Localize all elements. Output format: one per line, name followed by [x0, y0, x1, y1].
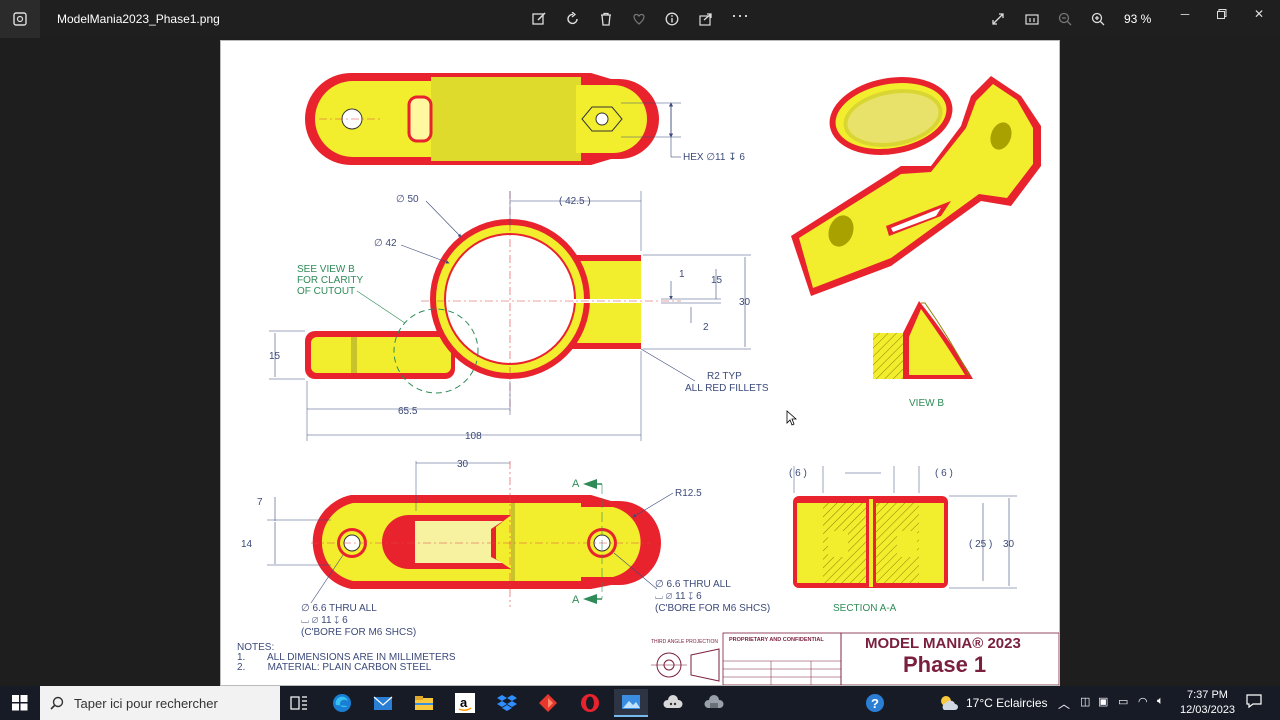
bottom-view: [311, 461, 661, 607]
see-view-b-line1: SEE VIEW B: [297, 264, 355, 275]
windows-start-button[interactable]: [0, 686, 40, 720]
section-label: SECTION A-A: [833, 603, 897, 614]
front-view: [305, 191, 681, 411]
dim-65-5: 65.5: [398, 406, 418, 417]
notes-icon[interactable]: ▣: [1098, 695, 1108, 708]
section-d30: 30: [1003, 539, 1015, 550]
dim-30-front: 30: [739, 297, 751, 308]
right-hole-line2: ⌴ ∅ 11 ↧ 6: [655, 591, 702, 602]
dim-2: 2: [703, 322, 709, 333]
mouse-cursor: [786, 410, 798, 426]
projection-label: THIRD ANGLE PROJECTION: [651, 639, 718, 645]
title-line2: Phase 1: [903, 652, 986, 677]
dim-30-bottom: 30: [457, 459, 469, 470]
rotate-icon[interactable]: [562, 8, 584, 30]
view-b-label: VIEW B: [909, 398, 944, 409]
app-red-icon[interactable]: [531, 689, 565, 717]
help-icon[interactable]: ?: [858, 689, 892, 717]
photos-icon[interactable]: [614, 689, 648, 717]
dim-1: 1: [679, 269, 685, 280]
search-icon: [50, 696, 64, 710]
notification-icon[interactable]: [1246, 693, 1262, 712]
clock-time[interactable]: 7:37 PM: [1187, 689, 1228, 701]
proprietary-label: PROPRIETARY AND CONFIDENTIAL: [729, 637, 824, 643]
section-d6-left: ( 6 ): [789, 468, 807, 479]
left-hole-line3: (C'BORE FOR M6 SHCS): [301, 627, 416, 638]
zoom-in-icon[interactable]: [1087, 8, 1109, 30]
r2-typ-line2: ALL RED FILLETS: [685, 383, 769, 394]
dim-14: 14: [241, 539, 253, 550]
isometric-view: [791, 76, 1041, 296]
search-placeholder: Taper ici pour rechercher: [74, 695, 218, 711]
taskbar: Taper ici pour rechercher a ? 17°C Eclai…: [0, 686, 1280, 720]
photos-app-icon: [0, 0, 40, 38]
wifi-icon[interactable]: ◠: [1138, 695, 1148, 708]
app-gray-icon[interactable]: [697, 689, 731, 717]
more-icon[interactable]: ···: [729, 4, 751, 26]
svg-text:a: a: [460, 695, 468, 710]
left-hole-line1: ∅ 6.6 THRU ALL: [301, 603, 377, 614]
view-b: [873, 301, 973, 379]
tray-chevron-icon[interactable]: ︿: [1058, 695, 1070, 712]
zoom-out-icon[interactable]: [1054, 8, 1076, 30]
dim-7: 7: [257, 497, 263, 508]
share-icon[interactable]: [695, 8, 717, 30]
left-hole-line2: ⌴ ∅ 11 ↧ 6: [301, 615, 348, 626]
edge-icon[interactable]: [325, 689, 359, 717]
clock-date[interactable]: 12/03/2023: [1180, 704, 1235, 716]
top-view: [305, 73, 659, 165]
info-icon[interactable]: [661, 8, 683, 30]
zoom-level[interactable]: 93 %: [1124, 12, 1151, 26]
amazon-icon[interactable]: a: [448, 689, 482, 717]
fullscreen-icon[interactable]: [987, 8, 1009, 30]
opera-icon[interactable]: [573, 689, 607, 717]
weather-icon[interactable]: [934, 689, 962, 717]
dim-15-left: 15: [269, 351, 281, 362]
volume-icon[interactable]: 🔈︎: [1157, 695, 1164, 708]
title-line1: MODEL MANIA® 2023: [865, 635, 1021, 652]
dim-d50: ∅ 50: [396, 194, 419, 205]
see-view-b-line2: FOR CLARITY: [297, 275, 363, 286]
mail-icon[interactable]: [366, 689, 400, 717]
see-view-b-line3: OF CUTOUT: [297, 286, 355, 297]
section-mark-bottom: A: [572, 594, 580, 606]
close-button[interactable]: ✕: [1244, 4, 1274, 24]
task-view-icon[interactable]: [282, 689, 316, 717]
weather-text[interactable]: 17°C Eclaircies: [966, 696, 1048, 710]
title-bar: ModelMania2023_Phase1.png ··· 93 % ─ ✕: [0, 0, 1280, 38]
drawing-sheet: HEX ∅11 ↧ 6 ∅ 50 ∅ 42 ( 42.5 ) SEE VIEW …: [220, 40, 1060, 686]
dim-r12-5: R12.5: [675, 488, 702, 499]
dropbox-icon[interactable]: [490, 689, 524, 717]
dim-15-right: 15: [711, 275, 723, 286]
app-cloud-icon[interactable]: [656, 689, 690, 717]
file-explorer-icon[interactable]: [407, 689, 441, 717]
taskbar-search[interactable]: Taper ici pour rechercher: [40, 686, 280, 720]
window-title: ModelMania2023_Phase1.png: [57, 12, 220, 26]
maximize-button[interactable]: [1207, 4, 1237, 24]
battery-icon[interactable]: ▭: [1118, 695, 1128, 708]
dim-d42: ∅ 42: [374, 238, 397, 249]
dim-108: 108: [465, 431, 482, 442]
right-hole-line1: ∅ 6.6 THRU ALL: [655, 579, 731, 590]
actual-size-icon[interactable]: [1021, 8, 1043, 30]
section-d25: ( 25 ): [969, 539, 992, 550]
section-d6-right: ( 6 ): [935, 468, 953, 479]
minimize-button[interactable]: ─: [1170, 4, 1200, 24]
edit-icon[interactable]: [528, 8, 550, 30]
engineering-drawing: HEX ∅11 ↧ 6 ∅ 50 ∅ 42 ( 42.5 ) SEE VIEW …: [241, 73, 1059, 685]
section-a-a: [793, 496, 948, 588]
title-block: THIRD ANGLE PROJECTION PROPRIETARY AND C…: [651, 632, 1059, 685]
delete-icon[interactable]: [595, 8, 617, 30]
favorite-icon[interactable]: [628, 8, 650, 30]
right-hole-line3: (C'BORE FOR M6 SHCS): [655, 603, 770, 614]
notes: NOTES: 1. ALL DIMENSIONS ARE IN MILLIMET…: [237, 643, 456, 673]
note-2: 2. MATERIAL: PLAIN CARBON STEEL: [237, 662, 432, 673]
dim-42-5: ( 42.5 ): [559, 196, 591, 207]
svg-text:?: ?: [871, 696, 879, 711]
r2-typ-line1: R2 TYP: [707, 371, 742, 382]
hex-callout: HEX ∅11 ↧ 6: [683, 152, 745, 163]
meet-now-icon[interactable]: ◫: [1080, 695, 1090, 708]
section-mark-top: A: [572, 478, 580, 490]
